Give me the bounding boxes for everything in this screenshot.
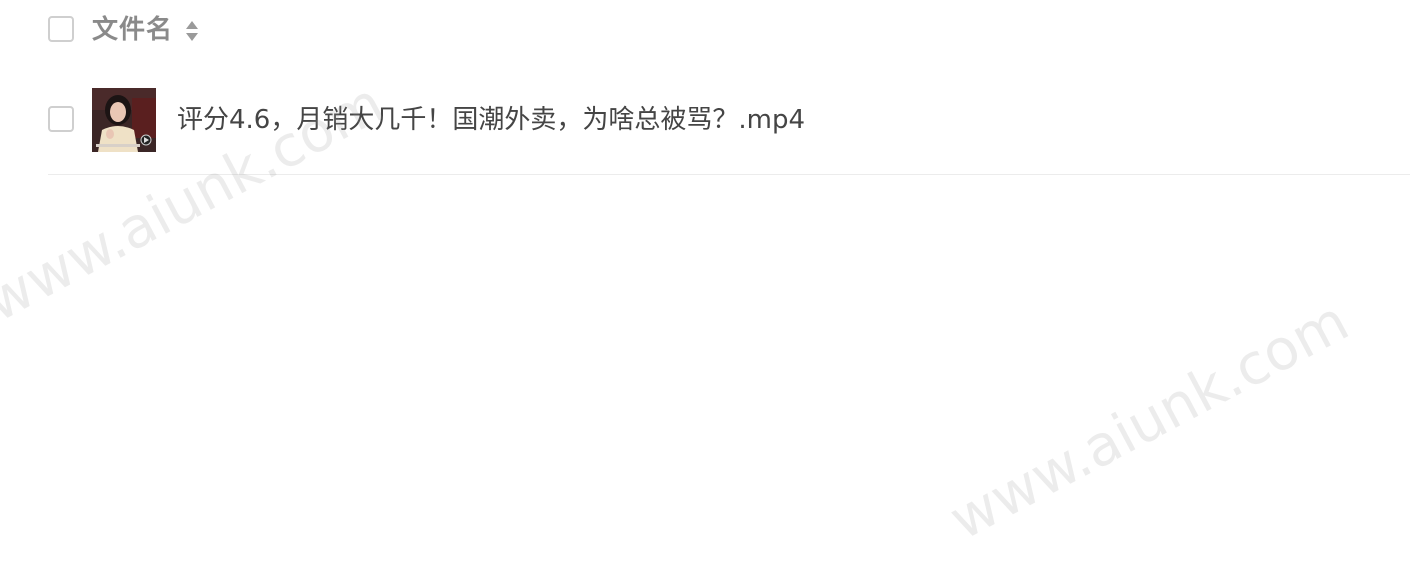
row-divider: [48, 174, 1410, 175]
file-list-page: 文件名 评分4.6，月销大几千！国潮外卖，为啥总被骂？.mp4 www.aiun…: [0, 0, 1410, 588]
row-checkbox[interactable]: [48, 106, 74, 132]
file-name-link[interactable]: 评分4.6，月销大几千！国潮外卖，为啥总被骂？.mp4: [177, 102, 805, 138]
select-all-checkbox[interactable]: [48, 16, 74, 42]
video-thumbnail[interactable]: [92, 88, 156, 152]
watermark-text: www.aiunk.com: [939, 288, 1360, 553]
thumbnail-image: [92, 88, 156, 152]
column-header-filename[interactable]: 文件名: [92, 12, 173, 48]
sort-up-down-icon[interactable]: [185, 19, 199, 43]
